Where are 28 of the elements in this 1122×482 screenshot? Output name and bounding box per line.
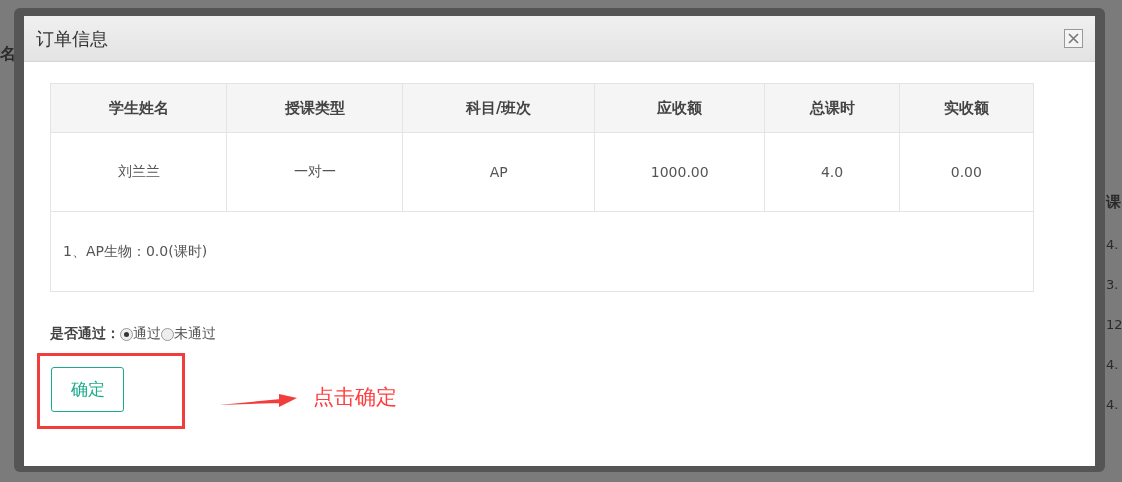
table-cell: 刘兰兰: [50, 132, 227, 212]
radio-label[interactable]: 通过: [133, 325, 161, 343]
note-cell: 1、AP生物：0.0(课时): [50, 211, 1034, 292]
table-cell: 0.00: [899, 132, 1034, 212]
table-cell: 一对一: [226, 132, 403, 212]
column-header: 课: [1106, 193, 1121, 212]
column-header: 科目/班次: [402, 83, 595, 133]
radio-button[interactable]: [120, 327, 133, 341]
table-cell: AP: [402, 132, 595, 212]
table-cell: 4.0: [764, 132, 900, 212]
column-header: 名: [0, 44, 17, 65]
column-header: 总课时: [764, 83, 900, 133]
close-icon[interactable]: [1064, 29, 1083, 48]
radio-button[interactable]: [161, 327, 174, 341]
table-cell: 4.: [1106, 237, 1119, 252]
column-header: 实收额: [899, 83, 1034, 133]
column-header: 授课类型: [226, 83, 403, 133]
annotation-text: 点击确定: [313, 384, 397, 411]
table-cell: 4.: [1106, 357, 1119, 372]
radio-label[interactable]: 未通过: [174, 325, 216, 343]
table-cell: 3.: [1106, 277, 1119, 292]
table-cell: 1000.00: [594, 132, 765, 212]
table-cell: 12: [1106, 317, 1122, 332]
dialog-title: 订单信息: [36, 26, 108, 51]
column-header: 应收额: [594, 83, 765, 133]
question-label: 是否通过：: [50, 325, 120, 343]
column-header: 学生姓名: [50, 83, 227, 133]
table-cell: 4.: [1106, 397, 1119, 412]
